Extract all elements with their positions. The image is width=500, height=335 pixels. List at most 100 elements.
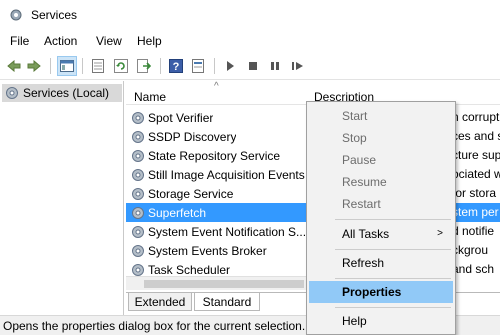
horizontal-scrollbar[interactable]: [126, 276, 308, 290]
menu-item-restart[interactable]: Restart: [309, 193, 453, 215]
service-description: cture sup: [452, 148, 500, 162]
submenu-arrow-icon: >: [437, 228, 443, 239]
toolbar: ?: [0, 52, 500, 80]
gear-icon: [132, 168, 144, 181]
service-name: Spot Verifier: [148, 110, 214, 125]
tab-standard[interactable]: Standard: [194, 293, 260, 311]
menu-item-label: Properties: [342, 285, 402, 299]
menu-item-label: Pause: [342, 153, 377, 167]
gear-icon: [132, 130, 144, 143]
properties-pane-icon: [192, 59, 204, 73]
menu-item-label: Stop: [342, 131, 367, 145]
back-button[interactable]: [4, 56, 24, 76]
console-tree: Services (Local): [0, 81, 124, 315]
menu-help[interactable]: Help: [137, 34, 162, 48]
start-service-icon: [227, 61, 234, 71]
tree-node-label: Services (Local): [23, 86, 110, 100]
service-description: ces and se: [452, 129, 500, 143]
tree-node-services-local[interactable]: Services (Local): [2, 84, 122, 102]
restart-service-icon: [292, 62, 303, 70]
table-row[interactable]: Storage Service: [126, 184, 312, 203]
tab-extended[interactable]: Extended: [128, 293, 192, 311]
menu-item-properties[interactable]: Properties: [309, 281, 453, 303]
menu-action[interactable]: Action: [44, 34, 77, 48]
menu-item-label: Start: [342, 109, 368, 123]
menu-item-refresh[interactable]: Refresh: [309, 252, 453, 274]
service-name: System Event Notification S...: [148, 224, 307, 239]
gear-icon: [6, 87, 18, 99]
service-name: System Events Broker: [148, 243, 267, 258]
start-service-button[interactable]: [220, 56, 240, 76]
context-menu: Start Stop Pause Resume Restart All Task…: [306, 101, 456, 335]
gear-icon: [132, 187, 144, 200]
gear-icon: [132, 225, 144, 238]
service-name: SSDP Discovery: [148, 129, 237, 144]
gear-icon: [132, 111, 144, 124]
gear-icon: [132, 263, 144, 276]
gear-icon: [132, 149, 144, 162]
menu-bar: File Action View Help: [0, 30, 500, 52]
menu-file[interactable]: File: [10, 34, 29, 48]
table-row[interactable]: SSDP Discovery: [126, 127, 312, 146]
stop-service-icon: [249, 62, 257, 70]
service-description: n corrupt: [452, 110, 500, 124]
menu-separator: [335, 219, 451, 220]
menu-separator: [335, 307, 451, 308]
services-app-icon: [10, 9, 22, 21]
service-description: and sch: [452, 262, 495, 276]
status-text: Opens the properties dialog box for the …: [3, 319, 306, 333]
stop-service-button[interactable]: [243, 56, 263, 76]
refresh-icon: [114, 59, 128, 73]
menu-item-label: Resume: [342, 175, 387, 189]
menu-item-label: All Tasks: [342, 227, 390, 241]
service-description: ckgrou: [452, 243, 489, 257]
forward-icon: [27, 60, 41, 72]
toolbar-separator: [82, 58, 83, 74]
forward-button[interactable]: [24, 56, 44, 76]
pause-service-icon: [271, 62, 279, 70]
toolbar-separator: [160, 58, 161, 74]
svg-text:?: ?: [173, 61, 180, 73]
table-row[interactable]: System Event Notification S...: [126, 222, 312, 241]
column-header-name[interactable]: Name: [134, 90, 166, 104]
menu-item-all-tasks[interactable]: All Tasks >: [309, 223, 453, 245]
service-name: Superfetch: [148, 205, 207, 220]
restart-service-button[interactable]: [288, 56, 308, 76]
menu-view[interactable]: View: [96, 34, 122, 48]
service-name: State Repository Service: [148, 148, 281, 163]
table-row[interactable]: State Repository Service: [126, 146, 312, 165]
service-name: Still Image Acquisition Events: [148, 167, 305, 182]
menu-item-stop[interactable]: Stop: [309, 127, 453, 149]
service-description: d notifie: [452, 224, 495, 238]
menu-item-label: Restart: [342, 197, 381, 211]
export-list-icon: [92, 59, 104, 73]
window-title: Services: [31, 8, 78, 22]
table-row[interactable]: Spot Verifier: [126, 108, 312, 127]
export-list-button[interactable]: [88, 56, 108, 76]
toolbar-separator: [50, 58, 51, 74]
gear-icon: [132, 206, 144, 219]
menu-item-start[interactable]: Start: [309, 105, 453, 127]
service-name: Storage Service: [148, 186, 234, 201]
pause-service-button[interactable]: [265, 56, 285, 76]
export-button[interactable]: [134, 56, 154, 76]
table-row[interactable]: Still Image Acquisition Events: [126, 165, 312, 184]
scrollbar-thumb[interactable]: [144, 280, 304, 288]
show-hide-tree-icon: [60, 60, 74, 72]
menu-separator: [335, 249, 451, 250]
menu-item-resume[interactable]: Resume: [309, 171, 453, 193]
show-hide-tree-button[interactable]: [57, 56, 77, 76]
title-bar: Services: [0, 0, 500, 30]
service-description: stem per: [452, 203, 500, 222]
back-icon: [7, 60, 21, 72]
help-button[interactable]: ?: [166, 56, 186, 76]
help-icon: ?: [169, 59, 183, 73]
menu-item-pause[interactable]: Pause: [309, 149, 453, 171]
properties-pane-button[interactable]: [188, 56, 208, 76]
service-description: for stora: [452, 186, 497, 200]
refresh-button[interactable]: [111, 56, 131, 76]
sort-indicator: ^: [214, 81, 219, 92]
menu-item-label: Help: [342, 314, 367, 328]
menu-item-help[interactable]: Help: [309, 310, 453, 332]
table-row[interactable]: System Events Broker: [126, 241, 312, 260]
